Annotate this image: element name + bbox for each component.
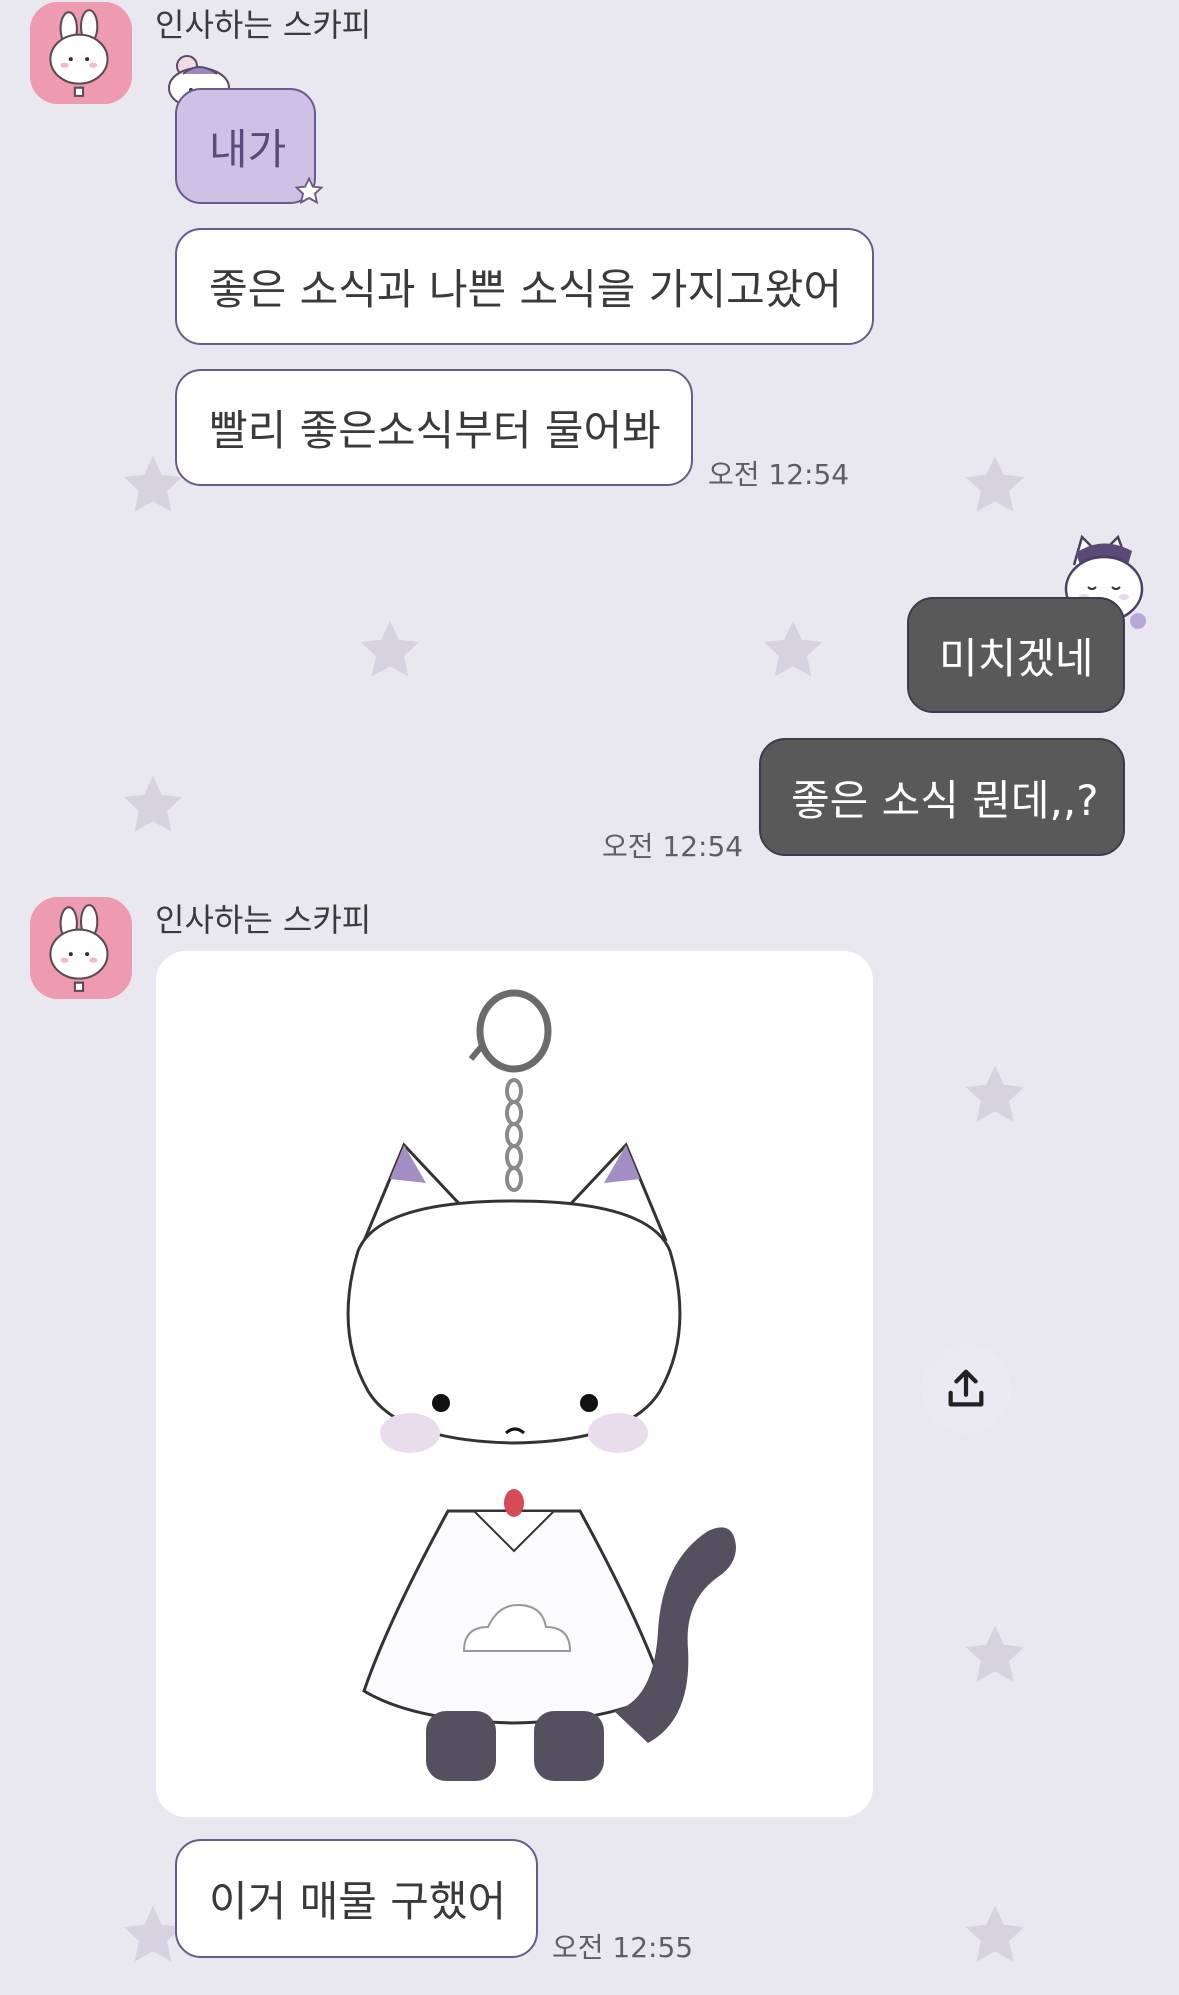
star-icon bbox=[960, 450, 1030, 520]
message-bubble[interactable]: 이거 매물 구했어 bbox=[175, 1839, 538, 1958]
message-text: 미치겠네 bbox=[939, 633, 1094, 683]
message-text: 좋은 소식과 나쁜 소식을 가지고왔어 bbox=[209, 265, 843, 314]
cat-keychain-photo[interactable] bbox=[156, 951, 873, 1817]
share-button[interactable] bbox=[921, 1344, 1011, 1434]
message-text: 빨리 좋은소식부터 물어봐 bbox=[209, 406, 661, 455]
star-icon bbox=[960, 1900, 1030, 1970]
star-icon bbox=[960, 1060, 1030, 1130]
bunny-avatar-icon[interactable] bbox=[30, 2, 132, 104]
message-timestamp: 오전 12:54 bbox=[602, 830, 744, 863]
message-text: 좋은 소식 뭔데,,? bbox=[791, 775, 1099, 825]
message-bubble[interactable]: 미치겠네 bbox=[907, 597, 1125, 713]
bunny-avatar-icon[interactable] bbox=[30, 897, 132, 999]
star-icon bbox=[355, 615, 425, 685]
message-timestamp: 오전 12:54 bbox=[708, 458, 850, 491]
star-icon bbox=[118, 770, 188, 840]
message-bubble[interactable]: 빨리 좋은소식부터 물어봐 bbox=[175, 369, 693, 486]
message-timestamp: 오전 12:55 bbox=[552, 1931, 694, 1964]
message-text: 내가 bbox=[209, 124, 287, 174]
share-icon bbox=[948, 1369, 984, 1407]
star-icon bbox=[758, 615, 828, 685]
message-bubble[interactable]: 좋은 소식 뭔데,,? bbox=[759, 738, 1125, 856]
star-icon bbox=[960, 1620, 1030, 1690]
message-text: 이거 매물 구했어 bbox=[209, 1877, 507, 1926]
sender-name: 인사하는 스카피 bbox=[155, 6, 372, 44]
star-icon bbox=[294, 176, 324, 205]
message-bubble[interactable]: 좋은 소식과 나쁜 소식을 가지고왔어 bbox=[175, 228, 874, 345]
sender-name: 인사하는 스카피 bbox=[155, 901, 372, 939]
